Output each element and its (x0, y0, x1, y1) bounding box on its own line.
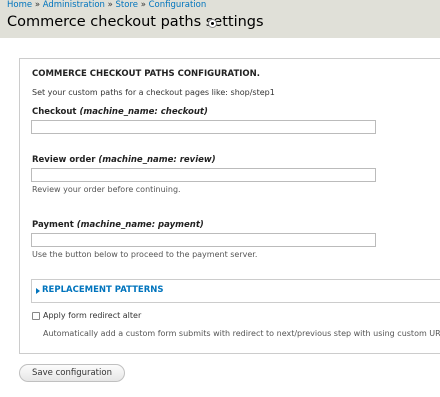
payment-field-label: Payment (machine_name: payment) (32, 220, 204, 230)
page-title: Commerce checkout paths settings (7, 14, 264, 30)
collapse-arrow-icon (36, 288, 40, 294)
fieldset-description: Set your custom paths for a checkout pag… (32, 88, 275, 97)
breadcrumb: Home » Administration » Store » Configur… (7, 0, 206, 10)
review-machine-name: (machine_name: review) (98, 155, 216, 165)
checkout-label-text: Checkout (32, 107, 77, 117)
page-header: Home » Administration » Store » Configur… (0, 0, 440, 38)
payment-path-input[interactable] (31, 233, 376, 247)
breadcrumb-home[interactable]: Home (7, 0, 32, 10)
checkout-field-label: Checkout (machine_name: checkout) (32, 107, 208, 117)
breadcrumb-store[interactable]: Store (116, 0, 138, 10)
settings-fieldset: COMMERCE CHECKOUT PATHS CONFIGURATION. S… (19, 58, 440, 354)
checkout-path-input[interactable] (31, 120, 376, 134)
payment-label-text: Payment (32, 220, 74, 230)
review-field-label: Review order (machine_name: review) (32, 155, 216, 165)
redirect-alter-checkbox[interactable] (32, 312, 40, 320)
replacement-patterns-toggle[interactable]: REPLACEMENT PATTERNS (31, 279, 440, 303)
breadcrumb-separator: » (107, 0, 113, 10)
breadcrumb-administration[interactable]: Administration (43, 0, 105, 10)
replacement-patterns-label[interactable]: REPLACEMENT PATTERNS (42, 285, 164, 295)
redirect-alter-description: Automatically add a custom form submits … (43, 329, 440, 338)
save-configuration-button[interactable]: Save configuration (19, 364, 125, 382)
payment-field-description: Use the button below to proceed to the p… (32, 250, 258, 259)
redirect-alter-label[interactable]: Apply form redirect alter (43, 311, 141, 320)
breadcrumb-configuration[interactable]: Configuration (149, 0, 207, 10)
checkout-machine-name: (machine_name: checkout) (79, 107, 208, 117)
fieldset-legend: COMMERCE CHECKOUT PATHS CONFIGURATION. (32, 69, 261, 79)
breadcrumb-separator: » (140, 0, 146, 10)
breadcrumb-separator: » (34, 0, 41, 10)
review-label-text: Review order (32, 155, 96, 165)
add-shortcut-icon[interactable] (208, 19, 217, 28)
payment-machine-name: (machine_name: payment) (76, 220, 204, 230)
review-path-input[interactable] (31, 168, 376, 182)
review-field-description: Review your order before continuing. (32, 185, 181, 194)
